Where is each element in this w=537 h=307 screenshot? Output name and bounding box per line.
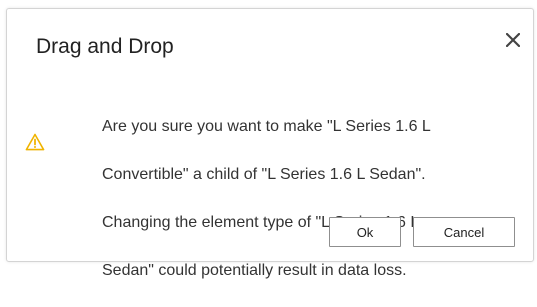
dialog-message: Are you sure you want to make "L Series … — [102, 91, 522, 307]
warning-icon — [25, 133, 45, 151]
dialog-title: Drag and Drop — [36, 35, 174, 58]
close-icon[interactable] — [500, 27, 526, 53]
cancel-button[interactable]: Cancel — [413, 217, 515, 247]
ok-button[interactable]: Ok — [329, 217, 401, 247]
drag-and-drop-dialog: Drag and Drop Are you sure you want to m… — [6, 8, 534, 279]
message-line: Convertible" a child of "L Series 1.6 L … — [102, 166, 426, 183]
message-line: Are you sure you want to make "L Series … — [102, 118, 431, 135]
message-line: Sedan" could potentially result in data … — [102, 262, 407, 279]
